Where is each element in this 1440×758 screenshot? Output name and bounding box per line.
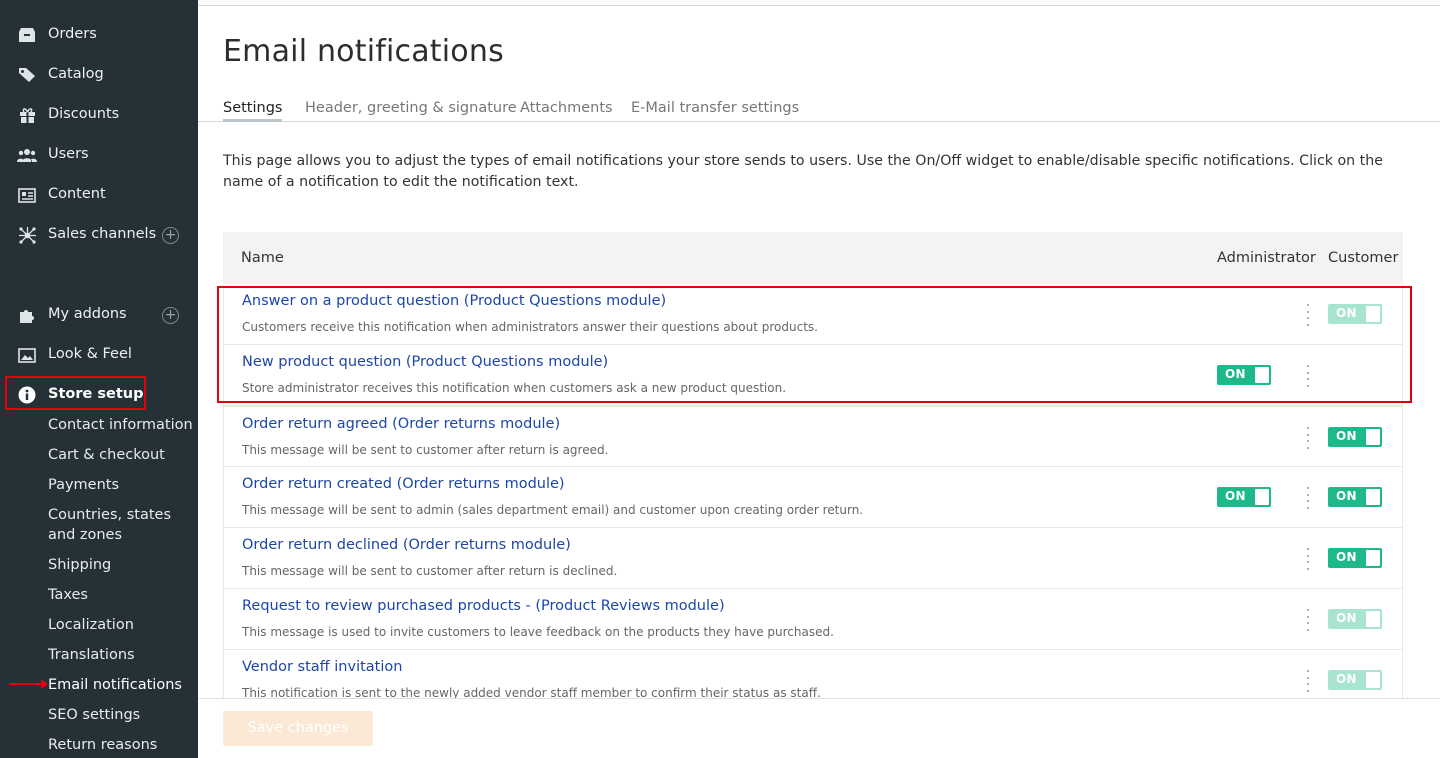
gift-icon [17,106,37,124]
notification-link[interactable]: Vendor staff invitation [242,659,402,675]
highlight-box [217,286,1412,403]
add-addon-icon[interactable]: + [162,307,179,324]
notification-description: This message will be sent to customer af… [242,443,609,457]
tab-settings[interactable]: Settings [223,100,283,122]
more-options-icon[interactable] [1306,670,1310,692]
arrow-indicator [9,679,48,689]
page-title: Email notifications [223,34,504,69]
sidebar-sub-seo-settings[interactable]: SEO settings [48,705,140,725]
notification-link[interactable]: Order return created (Order returns modu… [242,476,565,492]
more-options-icon[interactable] [1306,548,1310,570]
sidebar-sub-localization[interactable]: Localization [48,615,134,635]
notification-description: This message is used to invite customers… [242,625,834,639]
sidebar-item-look-feel[interactable]: Look & Feel [0,340,198,370]
admin-toggle[interactable]: ON [1217,487,1271,507]
table-row: Order return declined (Order returns mod… [223,528,1403,589]
customer-toggle[interactable]: ON [1328,670,1382,690]
tab-email-transfer-settings[interactable]: E-Mail transfer settings [631,100,799,116]
puzzle-icon [17,306,37,324]
sidebar-item-my-addons[interactable]: My addons + [0,300,198,330]
sidebar-sub-taxes[interactable]: Taxes [48,585,88,605]
notification-link[interactable]: Order return agreed (Order returns modul… [242,416,560,432]
sidebar-sub-payments[interactable]: Payments [48,475,119,495]
column-customer: Customer [1328,250,1399,266]
sidebar-item-users[interactable]: Users [0,140,198,170]
customer-toggle[interactable]: ON [1328,487,1382,507]
sidebar-sub-translations[interactable]: Translations [48,645,135,665]
content-icon [17,186,37,204]
sidebar: Orders Catalog Discounts Users Content S… [0,0,198,758]
sidebar-item-sales-channels[interactable]: Sales channels + [0,220,198,250]
sidebar-item-catalog[interactable]: Catalog [0,60,198,90]
sidebar-item-discounts[interactable]: Discounts [0,100,198,130]
more-options-icon[interactable] [1306,427,1310,449]
customer-toggle[interactable]: ON [1328,427,1382,447]
save-changes-button[interactable]: Save changes [223,711,373,746]
users-icon [17,146,37,164]
notification-link[interactable]: Request to review purchased products - (… [242,598,725,614]
network-icon [17,226,37,244]
catalog-icon [17,66,37,84]
add-sales-channel-icon[interactable]: + [162,227,179,244]
customer-toggle[interactable]: ON [1328,609,1382,629]
sidebar-sub-return-reasons[interactable]: Return reasons [48,735,157,755]
sidebar-sub-email-notifications[interactable]: Email notifications [48,675,182,695]
tab-attachments[interactable]: Attachments [520,100,613,116]
image-icon [17,346,37,364]
sidebar-item-content[interactable]: Content [0,180,198,210]
table-row: Order return agreed (Order returns modul… [223,406,1403,467]
sticky-footer [198,698,1440,758]
page-description: This page allows you to adjust the types… [223,153,1383,190]
tab-bar: Settings Header, greeting & signature At… [198,96,1440,122]
notification-description: This message will be sent to customer af… [242,564,618,578]
column-name: Name [241,250,284,266]
more-options-icon[interactable] [1306,487,1310,509]
tab-header-greeting-signature[interactable]: Header, greeting & signature [305,100,517,116]
store-setup-highlight [5,376,146,410]
sidebar-item-orders[interactable]: Orders [0,20,198,50]
table-row: Request to review purchased products - (… [223,589,1403,650]
more-options-icon[interactable] [1306,609,1310,631]
table-header: Name Administrator Customer [223,232,1403,284]
column-administrator: Administrator [1217,250,1316,266]
sidebar-sub-countries[interactable]: Countries, states and zones [48,505,178,545]
orders-icon [17,26,37,44]
sidebar-sub-shipping[interactable]: Shipping [48,555,111,575]
top-bar [198,0,1440,6]
customer-toggle[interactable]: ON [1328,548,1382,568]
sidebar-sub-cart-checkout[interactable]: Cart & checkout [48,445,165,465]
sidebar-sub-contact-information[interactable]: Contact information [48,415,193,435]
notification-description: This message will be sent to admin (sale… [242,503,864,517]
table-row: Order return created (Order returns modu… [223,467,1403,528]
notification-link[interactable]: Order return declined (Order returns mod… [242,537,571,553]
